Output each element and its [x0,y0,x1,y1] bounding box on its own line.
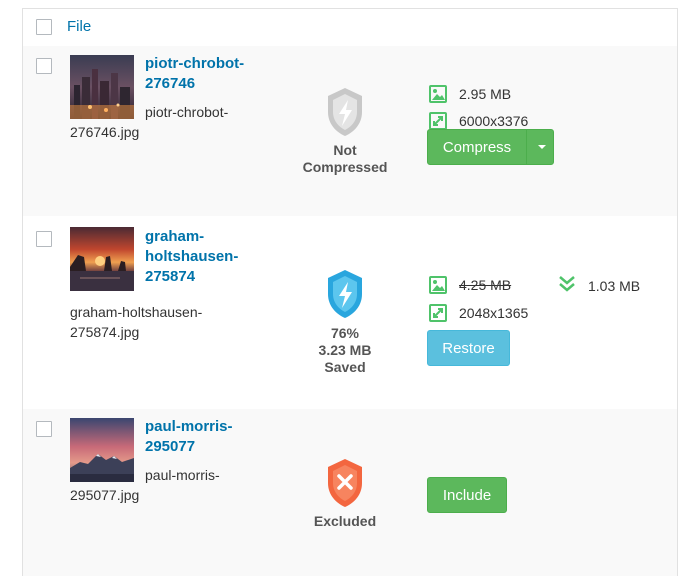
thumbnail-sunset-sea[interactable] [70,227,134,291]
original-file-size: 4.25 MB [459,277,512,293]
file-name-part: 276746.jpg [70,124,140,140]
image-dimensions: 6000x3376 [459,113,529,129]
file-title-line[interactable]: 295077 [145,437,265,457]
thumbnail-mountain-dusk[interactable] [70,418,134,482]
file-name-part: graham-holtshausen- [70,304,203,320]
row-checkbox[interactable] [36,231,52,247]
file-title-line[interactable]: graham- [145,227,265,247]
resize-icon [429,112,447,130]
include-button[interactable]: Include [427,477,507,513]
table-header: File [23,9,677,47]
file-name-part: 275874.jpg [70,324,140,340]
file-name-part: paul-morris- [145,467,220,483]
file-title-link[interactable]: graham- holtshausen- 275874 [145,227,265,287]
restore-button[interactable]: Restore [427,330,510,366]
compress-button[interactable]: Compress [428,130,526,164]
table-row: paul-morris- 295077 paul-morris- 295077.… [23,409,677,576]
select-all-checkbox[interactable] [36,19,52,35]
status-text-line: Excluded [313,513,377,529]
savings-percent: 76% [330,325,360,341]
savings-amount: 3.23 MB [318,342,372,358]
file-name-part: 295077.jpg [70,487,140,503]
resize-icon [429,304,447,322]
media-table: File piotr-chrobot- 276746 piotr-chrobot… [22,8,678,576]
column-header-file[interactable]: File [67,18,91,35]
row-checkbox[interactable] [36,421,52,437]
file-title-line[interactable]: 275874 [145,267,265,287]
file-title-line[interactable]: paul-morris- [145,417,265,437]
status-compressed: 76% 3.23 MB Saved [285,268,405,376]
table-row: graham- holtshausen- 275874 graham-holts… [23,216,677,409]
compress-split-button: Compress [427,129,554,165]
caret-down-icon [538,145,546,149]
status-text-line: Compressed [302,159,388,175]
file-title-link[interactable]: paul-morris- 295077 [145,417,265,457]
table-row: piotr-chrobot- 276746 piotr-chrobot- 276… [23,46,677,216]
file-title-link[interactable]: piotr-chrobot- 276746 [145,54,265,94]
row-checkbox[interactable] [36,58,52,74]
shield-bolt-icon [328,270,362,318]
image-icon [429,85,447,103]
savings-label: Saved [324,359,366,375]
compressed-file-size: 1.03 MB [588,278,641,294]
file-title-line[interactable]: 276746 [145,74,265,94]
file-title-line[interactable]: piotr-chrobot- [145,54,265,74]
image-dimensions: 2048x1365 [459,305,529,321]
status-not-compressed: Not Compressed [285,86,405,176]
image-icon [429,276,447,294]
file-name-part: piotr-chrobot- [145,104,229,120]
shield-bolt-icon [328,88,362,136]
status-excluded: Excluded [285,457,405,530]
status-text-line: Not [333,142,357,158]
file-title-line[interactable]: holtshausen- [145,247,265,267]
double-chevron-down-icon [559,276,575,292]
shield-x-icon [328,459,362,507]
thumbnail-city-night[interactable] [70,55,134,119]
compress-options-toggle[interactable] [527,130,553,164]
file-size: 2.95 MB [459,86,512,102]
